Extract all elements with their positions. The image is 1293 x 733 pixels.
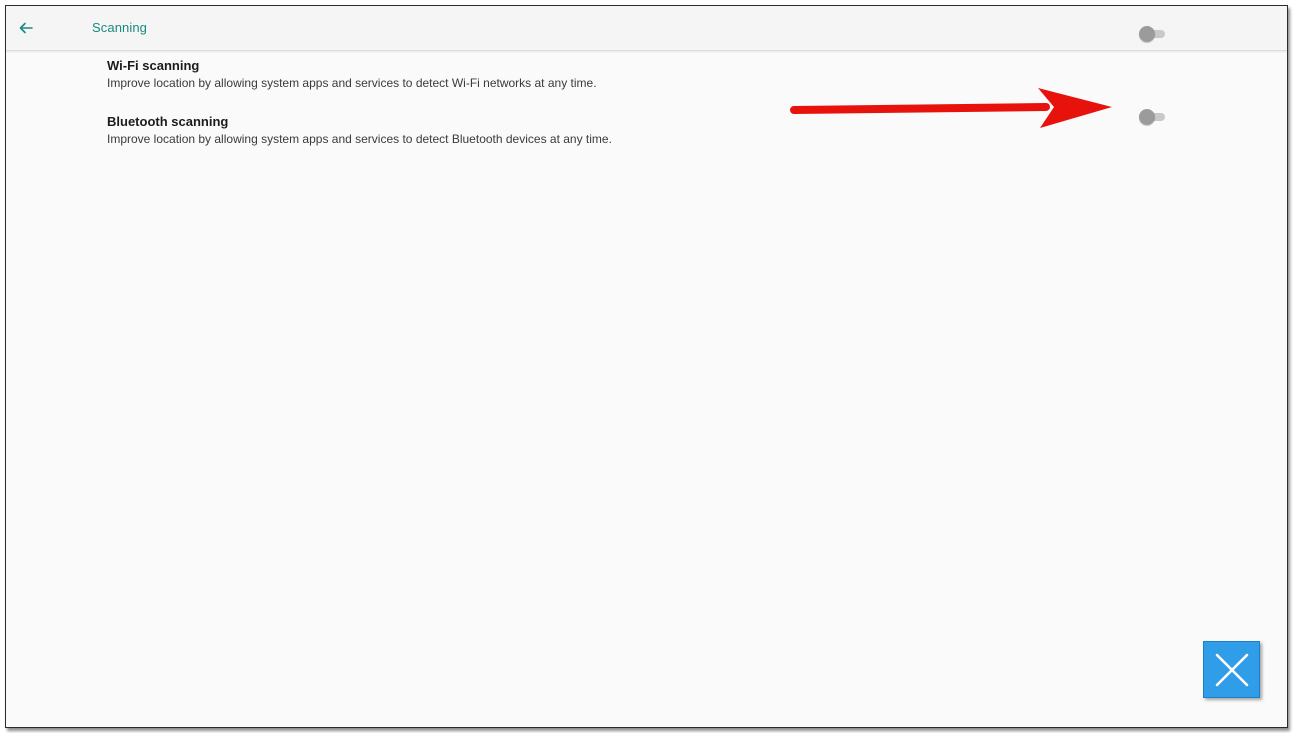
app-bar: Scanning [6,6,1287,51]
wifi-scanning-title: Wi-Fi scanning [107,58,200,73]
close-icon [1215,653,1248,686]
bluetooth-scanning-summary: Improve location by allowing system apps… [107,132,612,146]
back-button[interactable] [14,17,38,39]
bluetooth-scanning-title: Bluetooth scanning [107,114,229,129]
settings-window: Scanning Wi-Fi scanning Improve location… [5,5,1288,728]
close-button[interactable] [1203,641,1260,698]
wifi-scanning-summary: Improve location by allowing system apps… [107,76,597,90]
bluetooth-scanning-switch[interactable] [1139,109,1167,125]
switch-thumb [1139,26,1155,42]
page-title: Scanning [92,20,148,35]
switch-thumb [1139,109,1155,125]
wifi-scanning-row[interactable]: Wi-Fi scanning Improve location by allow… [6,56,1287,106]
arrow-left-icon [19,22,33,34]
bluetooth-scanning-row[interactable]: Bluetooth scanning Improve location by a… [6,112,1287,162]
wifi-scanning-switch[interactable] [1139,26,1167,42]
